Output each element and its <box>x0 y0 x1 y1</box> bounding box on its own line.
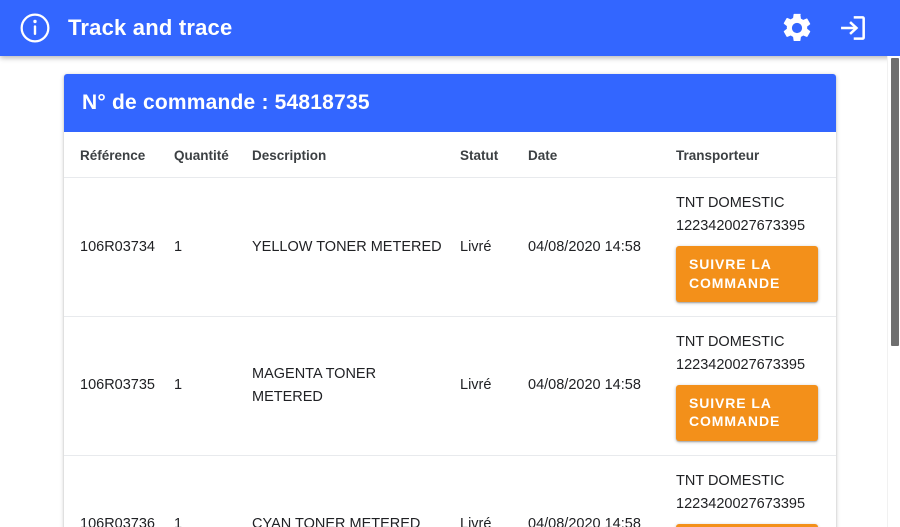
column-header-status: Statut <box>460 132 528 178</box>
gear-icon[interactable] <box>780 11 814 45</box>
cell-carrier: TNT DOMESTIC 1223420027673395 SUIVRE LA … <box>676 455 836 527</box>
tracking-number: 1223420027673395 <box>676 356 806 373</box>
cell-quantity: 1 <box>174 316 252 456</box>
cell-status: Livré <box>460 516 492 527</box>
exit-arrow-icon[interactable] <box>836 11 870 45</box>
cell-reference: 106R03735 <box>64 316 174 456</box>
cell-status: Livré <box>460 316 528 456</box>
table-body: 106R03734 1 YELLOW TONER METERED Livré 0… <box>64 177 836 527</box>
carrier-name: TNT DOMESTIC <box>676 195 785 211</box>
order-card: N° de commande : 54818735 Référence Quan… <box>64 74 836 527</box>
app-bar-left: Track and trace <box>18 11 780 45</box>
column-header-carrier: Transporteur <box>676 132 836 178</box>
vertical-scrollbar[interactable] <box>887 56 900 527</box>
cell-carrier: TNT DOMESTIC 1223420027673395 SUIVRE LA … <box>676 177 836 317</box>
cell-reference: 106R03736 <box>80 516 155 527</box>
order-number-label: N° de commande : 54818735 <box>82 91 370 114</box>
table-row: 106R03735 1 MAGENTA TONER METERED Livré … <box>64 316 836 456</box>
track-order-button[interactable]: SUIVRE LA COMMANDE <box>676 246 818 302</box>
cell-date: 04/08/2020 14:58 <box>528 316 676 456</box>
page-title: Track and trace <box>68 15 233 40</box>
content-inner: N° de commande : 54818735 Référence Quan… <box>0 56 900 527</box>
track-order-button[interactable]: SUIVRE LA COMMANDE <box>676 385 818 441</box>
table-header: Référence Quantité Description Statut Da… <box>64 132 836 178</box>
cell-description: MAGENTA TONER METERED <box>252 316 460 456</box>
carrier-name: TNT DOMESTIC <box>676 333 785 350</box>
table-header-row: Référence Quantité Description Statut Da… <box>64 132 836 178</box>
table-row: 106R03736 1 CYAN TONER METERED Livré 04/… <box>64 455 836 527</box>
tracking-number: 1223420027673395 <box>676 495 806 512</box>
cell-date: 04/08/2020 14:58 <box>528 516 641 527</box>
scroll-content: N° de commande : 54818735 Référence Quan… <box>0 56 900 527</box>
carrier-name: TNT DOMESTIC <box>676 472 785 489</box>
tracking-number: 1223420027673395 <box>676 218 806 235</box>
cell-reference: 106R03734 <box>64 177 174 317</box>
app-bar: Track and trace <box>0 0 900 56</box>
order-items-table: Référence Quantité Description Statut Da… <box>64 132 836 527</box>
app-bar-actions <box>780 11 884 45</box>
cell-status: Livré <box>460 177 528 317</box>
table-row: 106R03734 1 YELLOW TONER METERED Livré 0… <box>64 177 836 317</box>
cell-description: YELLOW TONER METERED <box>252 177 460 317</box>
column-header-date: Date <box>528 132 676 178</box>
cell-carrier: TNT DOMESTIC 1223420027673395 SUIVRE LA … <box>676 316 836 456</box>
cell-quantity: 1 <box>174 177 252 317</box>
column-header-description: Description <box>252 132 460 178</box>
cell-quantity: 1 <box>174 516 183 527</box>
scrollbar-thumb[interactable] <box>891 58 899 346</box>
column-header-quantity: Quantité <box>174 132 252 178</box>
column-header-reference: Référence <box>64 132 174 178</box>
cell-description: CYAN TONER METERED <box>252 516 421 527</box>
info-circle-icon[interactable] <box>18 11 52 45</box>
track-and-trace-app: Track and trace N° de commande: 5481873… <box>0 0 900 527</box>
cell-date: 04/08/2020 14:58 <box>528 177 676 317</box>
order-card-header: N° de commande : 54818735 <box>64 74 836 132</box>
